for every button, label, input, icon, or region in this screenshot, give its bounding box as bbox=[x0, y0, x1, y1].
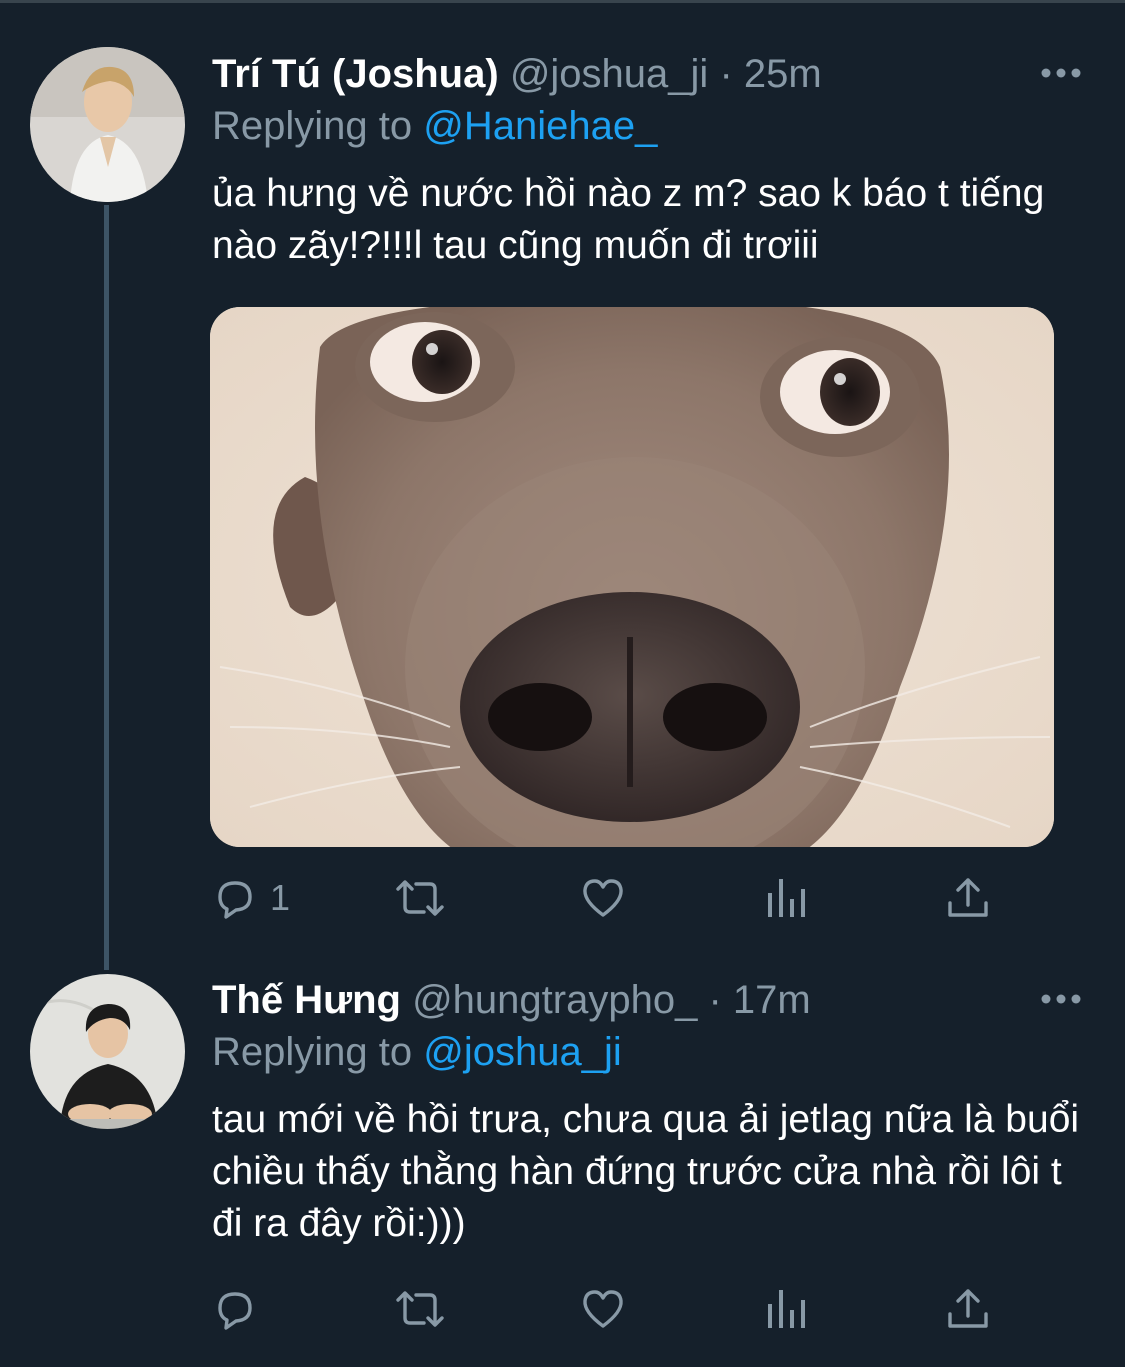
display-name[interactable]: Thế Hưng bbox=[212, 978, 401, 1022]
replying-prefix: Replying to bbox=[212, 104, 413, 148]
user-handle[interactable]: @hungtraypho_ bbox=[412, 978, 697, 1022]
user-handle[interactable]: @joshua_ji bbox=[510, 52, 709, 96]
retweet-icon bbox=[396, 1291, 444, 1327]
like-button[interactable] bbox=[580, 1284, 626, 1334]
reply-button[interactable] bbox=[212, 1284, 270, 1334]
reply-button[interactable]: 1 bbox=[212, 873, 290, 923]
share-icon bbox=[948, 878, 988, 917]
retweet-button[interactable] bbox=[392, 873, 448, 923]
like-icon bbox=[583, 1290, 623, 1328]
tweet-header: Trí Tú (Joshua) @joshua_ji · 25m bbox=[212, 50, 822, 100]
tweet[interactable]: Trí Tú (Joshua) @joshua_ji · 25m Replyin… bbox=[0, 0, 1125, 960]
share-button[interactable] bbox=[945, 873, 991, 923]
tweet-actions bbox=[212, 1284, 1012, 1334]
dog-closeup-photo bbox=[210, 307, 1054, 847]
tweet-media-image[interactable] bbox=[210, 307, 1054, 847]
separator-dot: · bbox=[708, 978, 722, 1022]
replying-to: Replying to @joshua_ji bbox=[212, 1028, 622, 1076]
reply-icon bbox=[218, 881, 252, 919]
like-button[interactable] bbox=[580, 873, 626, 923]
tweet[interactable]: Thế Hưng @hungtraypho_ · 17m Replying to… bbox=[0, 960, 1125, 1367]
share-icon bbox=[948, 1289, 988, 1328]
retweet-icon bbox=[396, 880, 444, 916]
share-button[interactable] bbox=[945, 1284, 991, 1334]
tweet-text: ủa hưng về nước hồi nào z m? sao k báo t… bbox=[212, 172, 1045, 267]
display-name[interactable]: Trí Tú (Joshua) bbox=[212, 52, 499, 96]
mention-link[interactable]: @Haniehae_ bbox=[423, 104, 657, 148]
reply-icon bbox=[218, 1292, 252, 1330]
tweet-text: tau mới về hồi trưa, chưa qua ải jetlag … bbox=[212, 1098, 1080, 1245]
separator-dot: · bbox=[719, 52, 733, 96]
reply-count: 1 bbox=[270, 877, 291, 918]
avatar-image bbox=[30, 47, 185, 202]
avatar[interactable] bbox=[30, 974, 185, 1129]
replying-to: Replying to @Haniehae_ bbox=[212, 102, 657, 150]
stats-button[interactable] bbox=[764, 873, 810, 923]
timestamp[interactable]: 25m bbox=[744, 52, 822, 96]
stats-button[interactable] bbox=[764, 1284, 810, 1334]
replying-prefix: Replying to bbox=[212, 1030, 413, 1074]
more-icon[interactable] bbox=[1040, 64, 1082, 82]
mention-link[interactable]: @joshua_ji bbox=[423, 1030, 622, 1074]
more-icon[interactable] bbox=[1040, 990, 1082, 1008]
avatar-image bbox=[30, 974, 185, 1129]
like-icon bbox=[583, 879, 623, 917]
retweet-button[interactable] bbox=[392, 1284, 448, 1334]
avatar[interactable] bbox=[30, 47, 185, 202]
tweet-actions: 1 bbox=[212, 873, 1012, 923]
stats-icon bbox=[768, 879, 805, 917]
timestamp[interactable]: 17m bbox=[733, 978, 811, 1022]
tweet-header: Thế Hưng @hungtraypho_ · 17m bbox=[212, 976, 811, 1026]
stats-icon bbox=[768, 1290, 805, 1328]
